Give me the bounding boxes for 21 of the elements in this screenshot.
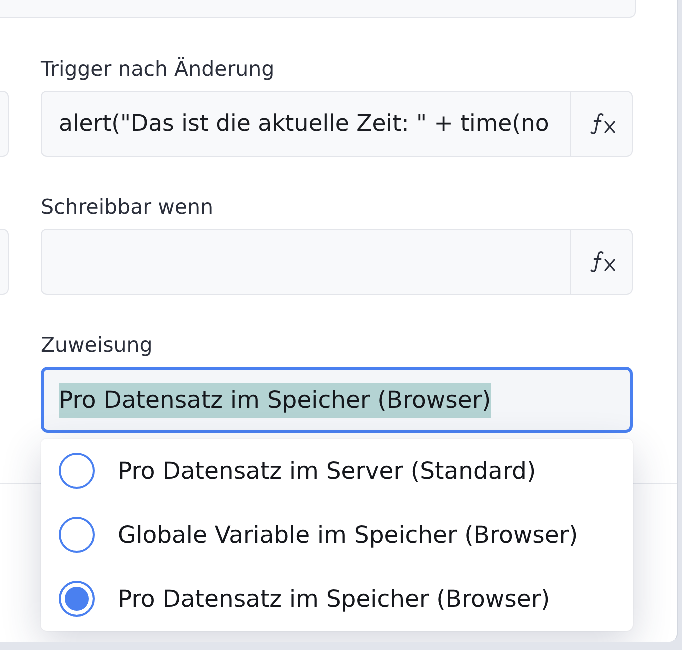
input-field[interactable]: alert("Das ist die aktuelle Zeit: " + time(no [41, 91, 570, 157]
select-field[interactable]: Pro Datensatz im Speicher (Browser) [41, 367, 633, 433]
formula-button[interactable] [570, 229, 633, 295]
field-label: Zuweisung [41, 332, 154, 358]
input-field[interactable] [0, 229, 9, 295]
option-label: Pro Datensatz im Server (Standard) [118, 457, 536, 485]
option-label: Globale Variable im Speicher (Browser) [118, 521, 578, 549]
dropdown-option[interactable]: Globale Variable im Speicher (Browser) [41, 503, 633, 567]
selected-text: Pro Datensatz im Speicher (Browser) [59, 382, 492, 418]
formula-button[interactable] [570, 91, 633, 157]
field-label: Trigger nach Änderung [41, 56, 276, 82]
input-field[interactable] [41, 229, 570, 295]
input-field[interactable] [0, 91, 9, 157]
radio-button[interactable] [59, 517, 95, 553]
radio-button[interactable] [59, 581, 95, 617]
dropdown-option[interactable]: Pro Datensatz im Speicher (Browser) [41, 567, 633, 631]
radio-button[interactable] [59, 453, 95, 489]
input-field[interactable] [0, 0, 636, 18]
dropdown-option[interactable]: Pro Datensatz im Server (Standard) [41, 439, 633, 503]
field-label: Schreibbar wenn [41, 194, 214, 220]
option-label: Pro Datensatz im Speicher (Browser) [118, 585, 550, 613]
